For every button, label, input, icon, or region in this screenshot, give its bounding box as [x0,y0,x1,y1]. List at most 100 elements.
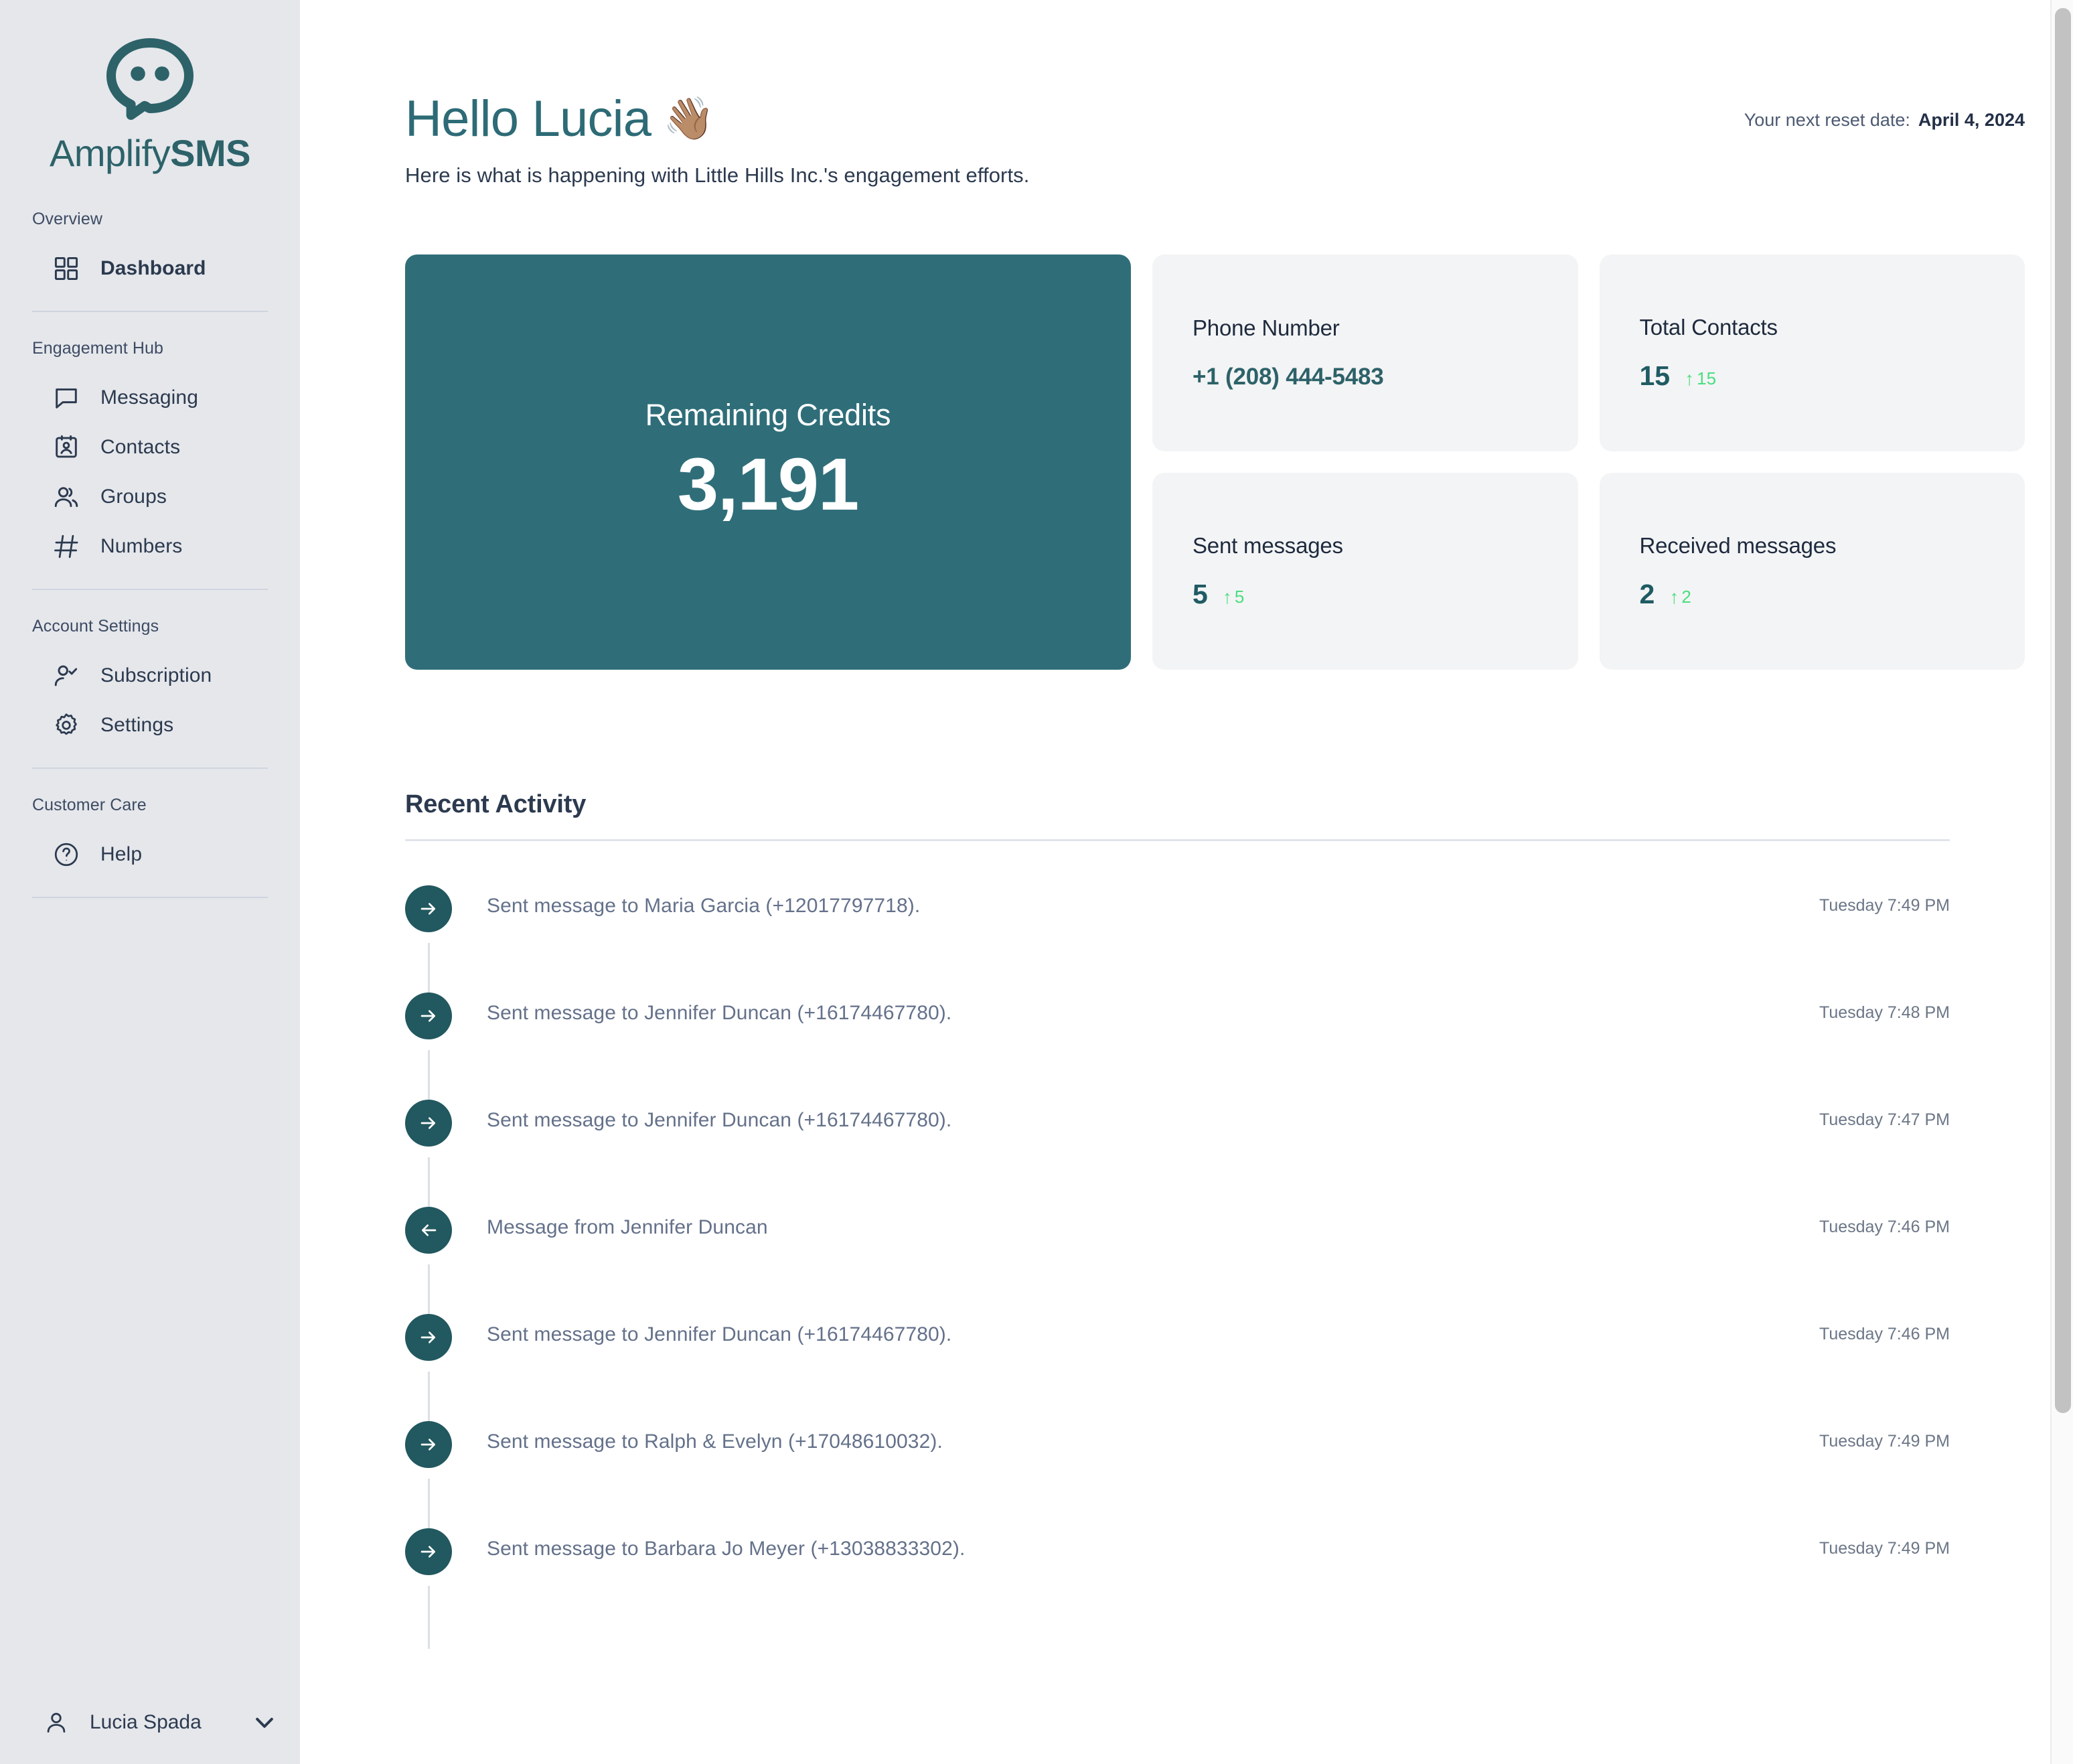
user-icon [42,1708,71,1737]
stat-value-row: 5 ↑ 5 [1193,579,1538,610]
stat-cards-grid: Phone Number +1 (208) 444-5483 Total Con… [1152,254,2025,670]
chat-bubble-icon [51,382,82,413]
activity-item[interactable]: Sent message to Jennifer Duncan (+161744… [405,1314,1950,1435]
stat-card-total-contacts: Total Contacts 15 ↑ 15 [1599,254,2025,451]
arrow-right-icon [405,1314,452,1361]
arrow-up-icon: ↑ [1222,586,1232,607]
activity-item[interactable]: Sent message to Barbara Jo Meyer (+13038… [405,1528,1950,1649]
sidebar-item-label: Settings [100,714,174,736]
speech-bubble-face-icon [104,38,196,121]
timeline-marker [405,1528,465,1649]
activity-body: Sent message to Jennifer Duncan (+161744… [465,1314,1950,1346]
activity-timestamp: Tuesday 7:48 PM [1819,1003,1950,1022]
stat-value-row: 2 ↑ 2 [1640,579,1985,610]
sidebar-item-messaging[interactable]: Messaging [32,373,268,423]
activity-text: Sent message to Jennifer Duncan (+161744… [487,1002,952,1024]
activity-body: Sent message to Barbara Jo Meyer (+13038… [465,1528,1950,1560]
activity-timestamp: Tuesday 7:49 PM [1819,1539,1950,1558]
reset-date-info: Your next reset date: April 4, 2024 [1744,110,2025,131]
activity-body: Sent message to Jennifer Duncan (+161744… [465,993,1950,1025]
arrow-right-icon [405,1528,452,1575]
timeline-marker [405,1100,465,1220]
vertical-scrollbar[interactable] [2050,0,2073,1764]
activity-text: Sent message to Jennifer Duncan (+161744… [487,1323,952,1345]
activity-item[interactable]: Sent message to Ralph & Evelyn (+1704861… [405,1421,1950,1542]
stat-delta-value: 5 [1234,587,1245,607]
arrow-right-icon [405,885,452,932]
brand-logo[interactable]: AmplifySMS [0,0,300,175]
stat-delta: ↑ 2 [1669,587,1691,607]
activity-item[interactable]: Sent message to Jennifer Duncan (+161744… [405,1100,1950,1220]
activity-item[interactable]: Sent message to Jennifer Duncan (+161744… [405,993,1950,1113]
sidebar-item-dashboard[interactable]: Dashboard [32,244,268,293]
user-check-icon [51,660,82,691]
timeline-marker [405,1207,465,1327]
arrow-right-icon [405,993,452,1039]
reset-date-value: April 4, 2024 [1918,110,2025,130]
nav-divider [32,767,268,769]
recent-activity-title: Recent Activity [405,790,587,818]
reset-date-label: Your next reset date: [1744,110,1910,130]
page-subtitle: Here is what is happening with Little Hi… [405,163,1030,187]
stats-section: Remaining Credits 3,191 Phone Number +1 … [405,254,2025,670]
activity-body: Sent message to Ralph & Evelyn (+1704861… [465,1421,1950,1453]
sidebar-item-groups[interactable]: Groups [32,472,268,522]
question-circle-icon [51,839,82,870]
section-divider [405,839,1950,841]
activity-timestamp: Tuesday 7:46 PM [1819,1218,1950,1236]
sidebar-item-label: Groups [100,486,167,508]
timeline-marker [405,885,465,1006]
scrollbar-thumb[interactable] [2055,8,2071,1413]
nav-divider [32,589,268,590]
arrow-right-icon [405,1421,452,1468]
activity-item[interactable]: Sent message to Maria Garcia (+120177977… [405,885,1950,1006]
stat-card-phone-number: Phone Number +1 (208) 444-5483 [1152,254,1578,451]
sidebar-nav: Overview Dashboard Engagement Hub Messag… [0,210,300,898]
timeline-connector [428,1586,430,1649]
sidebar-item-help[interactable]: Help [32,830,268,879]
nav-divider [32,311,268,312]
nav-divider [32,897,268,898]
stat-title: Sent messages [1193,532,1343,558]
main-content: Hello Lucia 👋🏽 Here is what is happening… [300,0,2073,1764]
arrow-right-icon [405,1100,452,1147]
stat-value-row: 15 ↑ 15 [1640,360,1985,392]
stat-title: Phone Number [1193,315,1340,340]
sidebar-item-contacts[interactable]: Contacts [32,423,268,472]
stat-delta: ↑ 5 [1223,587,1244,607]
users-icon [51,482,82,512]
page-header-left: Hello Lucia 👋🏽 Here is what is happening… [405,94,1030,188]
nav-section-customer-care-label: Customer Care [32,796,147,814]
stat-title: Total Contacts [1639,314,1778,340]
activity-item[interactable]: Message from Jennifer Duncan Tuesday 7:4… [405,1207,1950,1327]
remaining-credits-label: Remaining Credits [645,397,891,432]
stat-delta-value: 2 [1681,587,1691,607]
sidebar-item-label: Contacts [100,436,181,458]
activity-timestamp: Tuesday 7:49 PM [1819,896,1950,915]
chevron-down-icon[interactable] [251,1709,278,1736]
user-profile-menu[interactable]: Lucia Spada [0,1681,300,1764]
activity-body: Message from Jennifer Duncan Tuesday 7:4… [465,1207,1950,1239]
sidebar-item-subscription[interactable]: Subscription [32,651,268,701]
activity-text: Sent message to Jennifer Duncan (+161744… [487,1109,952,1131]
stat-value: +1 (208) 444-5483 [1193,364,1384,390]
grid-icon [51,253,82,284]
sidebar-item-numbers[interactable]: Numbers [32,522,268,571]
activity-timestamp: Tuesday 7:47 PM [1819,1110,1950,1129]
timeline-marker [405,993,465,1113]
user-name: Lucia Spada [90,1711,202,1733]
activity-timestamp: Tuesday 7:49 PM [1819,1432,1950,1451]
sidebar-item-label: Messaging [100,386,198,409]
stat-title: Received messages [1639,532,1837,558]
timeline-marker [405,1314,465,1435]
stat-value: 2 [1639,578,1655,609]
activity-body: Sent message to Maria Garcia (+120177977… [465,885,1950,917]
sidebar-item-settings[interactable]: Settings [32,701,268,750]
nav-section-overview-label: Overview [32,210,102,228]
activity-text: Message from Jennifer Duncan [487,1216,768,1238]
brand-name: AmplifySMS [50,132,250,174]
activity-text: Sent message to Barbara Jo Meyer (+13038… [487,1538,966,1560]
arrow-up-icon: ↑ [1685,368,1695,389]
remaining-credits-card: Remaining Credits 3,191 [405,254,1131,670]
stat-delta-value: 15 [1697,368,1717,388]
